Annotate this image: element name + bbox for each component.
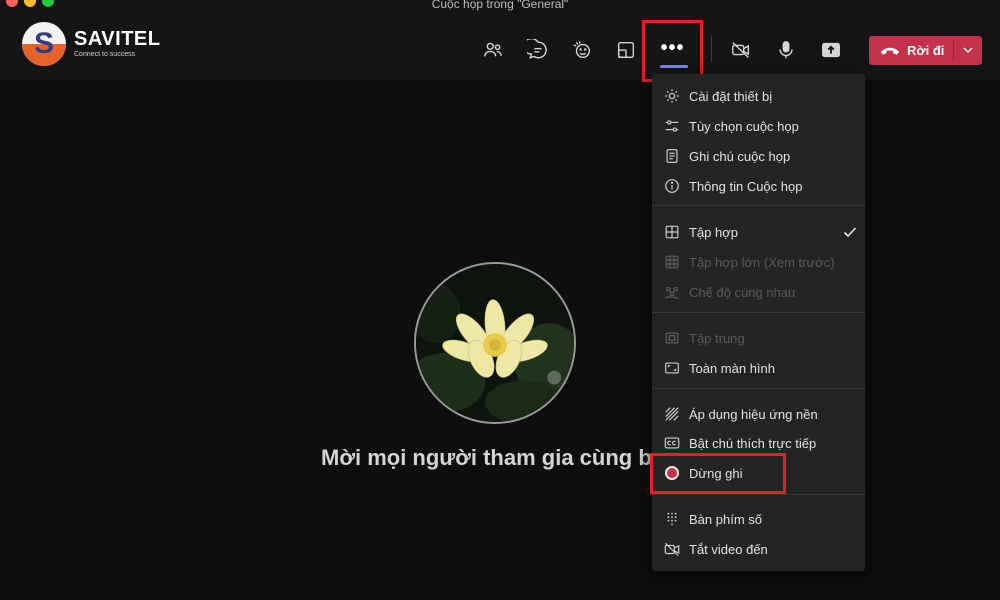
gear-icon <box>665 89 679 103</box>
logo-mark: S <box>22 22 66 66</box>
menu-item-background-effects[interactable]: Áp dụng hiệu ứng nền <box>652 401 865 427</box>
notes-icon <box>666 149 678 163</box>
menu-item-focus: Tập trung <box>652 325 865 351</box>
more-options-button[interactable]: ••• <box>642 20 703 82</box>
focus-icon <box>665 332 679 344</box>
captions-icon <box>664 437 680 449</box>
info-icon <box>665 179 679 193</box>
background-effects-icon <box>665 407 679 421</box>
dialpad-icon <box>667 512 677 526</box>
window-title-bar: Cuộc họp trong "General" <box>0 0 1000 14</box>
video-off-icon[interactable] <box>729 38 753 62</box>
menu-divider <box>652 312 865 313</box>
invite-people-text: Mời mọi người tham gia cùng b <box>321 445 652 470</box>
menu-item-full-screen[interactable]: Toàn màn hình <box>652 355 865 381</box>
menu-item-meeting-info[interactable]: Thông tin Cuộc họp <box>652 173 865 199</box>
checkmark-icon <box>843 227 857 238</box>
stop-recording-highlight <box>650 453 786 494</box>
menu-item-label: Tập hợp <box>689 225 738 240</box>
reactions-icon[interactable] <box>570 38 594 62</box>
menu-item-label: Toàn màn hình <box>689 361 776 376</box>
menu-item-label: Chế độ cùng nhau <box>689 285 796 300</box>
menu-item-dial-pad[interactable]: Bàn phím số <box>652 506 865 532</box>
logo-name: SAVITEL <box>74 28 161 50</box>
menu-divider <box>652 388 865 389</box>
logo-tagline: Connect to success <box>74 51 136 58</box>
menu-item-label: Bật chú thích trực tiếp <box>689 436 817 451</box>
menu-divider <box>652 494 865 495</box>
active-tab-indicator <box>660 65 688 68</box>
menu-item-label: Áp dụng hiệu ứng nền <box>689 407 818 422</box>
menu-item-label: Bàn phím số <box>689 512 762 527</box>
savitel-logo: S SAVITEL Connect to success <box>22 22 162 66</box>
avatar <box>414 262 576 424</box>
menu-item-large-gallery: Tập hợp lớn (Xem trước) <box>652 249 865 275</box>
menu-item-together-mode: Chế độ cùng nhau <box>652 279 865 305</box>
chat-icon[interactable] <box>526 38 550 62</box>
share-screen-icon[interactable] <box>819 38 843 62</box>
menu-divider <box>652 205 865 206</box>
microphone-icon[interactable] <box>774 38 798 62</box>
menu-item-label: Tắt video đến <box>689 542 768 557</box>
menu-item-turn-off-incoming-video[interactable]: Tắt video đến <box>652 536 865 562</box>
sliders-icon <box>665 120 679 132</box>
window-title: Cuộc họp trong "General" <box>431 0 569 11</box>
menu-item-device-settings[interactable]: Cài đặt thiết bị <box>652 83 865 109</box>
grid-icon <box>665 225 679 239</box>
menu-item-gallery[interactable]: Tập hợp <box>652 219 865 245</box>
share-tray-icon[interactable] <box>614 38 638 62</box>
hang-up-icon <box>880 47 900 55</box>
menu-item-meeting-options[interactable]: Tùy chọn cuộc họp <box>652 113 865 139</box>
menu-item-label: Cài đặt thiết bị <box>689 89 773 104</box>
menu-item-label: Ghi chú cuộc họp <box>689 149 791 164</box>
menu-item-label: Tập trung <box>689 331 745 346</box>
leave-label: Rời đi <box>907 43 945 58</box>
large-grid-icon <box>665 255 679 269</box>
incoming-video-off-icon <box>664 542 680 557</box>
leave-button[interactable]: Rời đi <box>869 36 982 65</box>
menu-item-meeting-notes[interactable]: Ghi chú cuộc họp <box>652 143 865 169</box>
lotus-flower-image <box>416 264 574 422</box>
together-icon <box>665 286 679 299</box>
more-options-icon: ••• <box>660 37 685 59</box>
chevron-down-icon[interactable] <box>961 43 975 57</box>
more-options-menu: Cài đặt thiết bị Tùy chọn cuộc họp Ghi c… <box>652 74 865 571</box>
menu-item-label: Tập hợp lớn (Xem trước) <box>689 255 835 270</box>
people-icon[interactable] <box>481 38 505 62</box>
logo-letter: S <box>33 27 54 60</box>
menu-item-label: Thông tin Cuộc họp <box>689 179 803 194</box>
fullscreen-icon <box>665 362 679 374</box>
menu-item-label: Tùy chọn cuộc họp <box>689 119 799 134</box>
toolbar-divider <box>711 36 712 62</box>
